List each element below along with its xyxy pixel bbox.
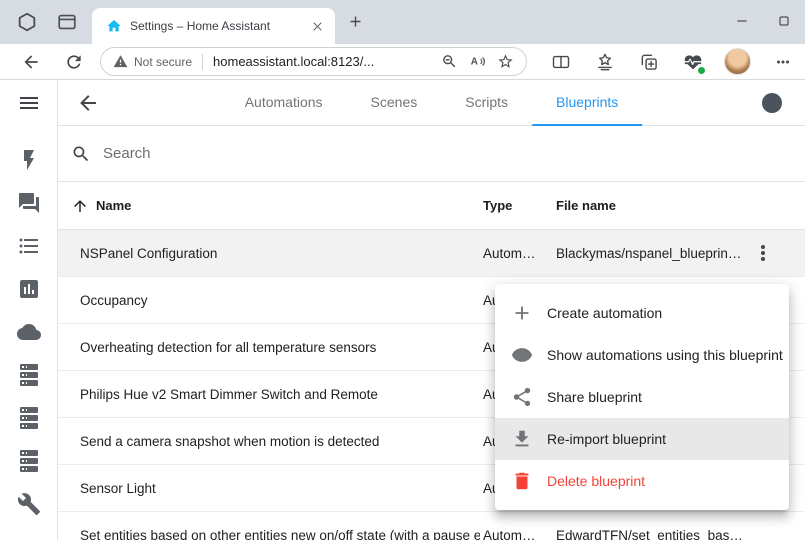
new-tab-button[interactable]: [347, 13, 364, 30]
browser-back-button[interactable]: [21, 52, 41, 72]
tab-close-icon[interactable]: [310, 19, 325, 34]
home-assistant-logo-icon: [106, 18, 122, 34]
row-file: Blackymas/nspanel_blueprin…: [556, 230, 771, 276]
share-icon: [511, 386, 533, 408]
not-secure-warning-icon[interactable]: [113, 54, 128, 69]
row-type: Autom…: [483, 512, 549, 540]
server-icon[interactable]: [17, 406, 41, 430]
server-icon[interactable]: [17, 363, 41, 387]
table-row[interactable]: Set entities based on other entities new…: [58, 512, 805, 540]
table-header: Name Type File name: [58, 182, 805, 230]
menu-item-label: Share blueprint: [547, 389, 642, 405]
row-type: Autom…: [483, 230, 549, 276]
tab-strip: Settings – Home Assistant: [0, 0, 805, 44]
browser-menu-icon[interactable]: [774, 53, 792, 71]
split-screen-icon[interactable]: [551, 52, 571, 72]
eye-icon: [511, 344, 533, 366]
menu-item-share-blueprint[interactable]: Share blueprint: [495, 376, 789, 418]
address-divider: [202, 54, 203, 70]
row-name: Send a camera snapshot when motion is de…: [80, 418, 480, 464]
address-bar[interactable]: Not secure homeassistant.local:8123/... …: [100, 47, 527, 76]
help-icon[interactable]: [760, 91, 784, 115]
maximize-icon: [776, 13, 792, 29]
menu-item-create-automation[interactable]: Create automation: [495, 292, 789, 334]
browser-tab[interactable]: Settings – Home Assistant: [92, 8, 335, 44]
search-row: [58, 126, 805, 182]
ha-sidebar: [0, 80, 58, 540]
ha-header: Automations Scenes Scripts Blueprints: [58, 80, 805, 126]
zoom-out-icon[interactable]: [441, 53, 458, 70]
collections-icon[interactable]: [639, 52, 659, 72]
menu-item-delete-blueprint[interactable]: Delete blueprint: [495, 460, 789, 502]
sidebar-icon-list: [0, 148, 57, 516]
menu-item-label: Show automations using this blueprint: [547, 347, 783, 363]
maximize-button[interactable]: [762, 2, 805, 40]
list-icon[interactable]: [17, 234, 41, 258]
cloud-icon[interactable]: [17, 320, 41, 344]
context-menu: Create automation Show automations using…: [495, 284, 789, 510]
search-input[interactable]: [103, 145, 775, 162]
browser-essentials-icon[interactable]: [683, 52, 703, 72]
column-header-file[interactable]: File name: [556, 182, 616, 229]
refresh-button[interactable]: [64, 52, 84, 72]
plus-icon: [511, 302, 533, 324]
row-file: EdwardTFN/set_entities_bas…: [556, 512, 771, 540]
tab-scenes[interactable]: Scenes: [347, 80, 442, 126]
chat-icon[interactable]: [17, 191, 41, 215]
hamburger-menu-icon[interactable]: [17, 91, 41, 115]
browser-window: Settings – Home Assistant Not secure hom…: [0, 0, 805, 540]
column-header-name[interactable]: Name: [96, 182, 131, 229]
security-label[interactable]: Not secure: [134, 55, 192, 69]
tab-title: Settings – Home Assistant: [130, 19, 304, 33]
wrench-icon[interactable]: [17, 492, 41, 516]
row-name: Sensor Light: [80, 465, 480, 511]
url-text[interactable]: homeassistant.local:8123/...: [213, 54, 430, 69]
row-overflow-menu-icon[interactable]: [751, 241, 775, 265]
svg-text:A: A: [471, 57, 478, 68]
favorite-star-icon[interactable]: [497, 53, 514, 70]
tab-blueprints[interactable]: Blueprints: [532, 80, 642, 126]
favorites-hub-icon[interactable]: [595, 52, 615, 72]
row-name: Overheating detection for all temperatur…: [80, 324, 480, 370]
read-aloud-icon[interactable]: A: [469, 53, 486, 70]
menu-item-reimport-blueprint[interactable]: Re-import blueprint: [495, 418, 789, 460]
row-name: Occupancy: [80, 277, 480, 323]
search-icon: [71, 144, 91, 164]
workspaces-icon[interactable]: [16, 11, 38, 33]
row-name: Philips Hue v2 Smart Dimmer Switch and R…: [80, 371, 480, 417]
table-row[interactable]: NSPanel Configuration Autom… Blackymas/n…: [58, 230, 805, 277]
trash-icon: [511, 470, 533, 492]
menu-item-show-automations[interactable]: Show automations using this blueprint: [495, 334, 789, 376]
ha-tab-bar: Automations Scenes Scripts Blueprints: [221, 80, 643, 126]
tab-automations[interactable]: Automations: [221, 80, 347, 126]
ha-back-button[interactable]: [76, 91, 100, 115]
navigation-bar: Not secure homeassistant.local:8123/... …: [0, 44, 805, 80]
row-name: NSPanel Configuration: [80, 230, 480, 276]
profile-avatar[interactable]: [724, 48, 751, 75]
tab-scripts[interactable]: Scripts: [441, 80, 532, 126]
bar-chart-icon[interactable]: [17, 277, 41, 301]
download-icon: [511, 428, 533, 450]
menu-item-label: Re-import blueprint: [547, 431, 666, 447]
minimize-button[interactable]: [720, 2, 764, 40]
essentials-status-badge: [697, 66, 706, 75]
tab-actions-icon[interactable]: [56, 11, 78, 33]
minimize-icon: [734, 13, 750, 29]
server-icon[interactable]: [17, 449, 41, 473]
menu-item-label: Create automation: [547, 305, 662, 321]
menu-item-label: Delete blueprint: [547, 473, 645, 489]
column-header-type[interactable]: Type: [483, 182, 512, 229]
row-name: Set entities based on other entities new…: [80, 512, 480, 540]
lightning-bolt-icon[interactable]: [17, 148, 41, 172]
sort-ascending-icon[interactable]: [71, 197, 89, 215]
